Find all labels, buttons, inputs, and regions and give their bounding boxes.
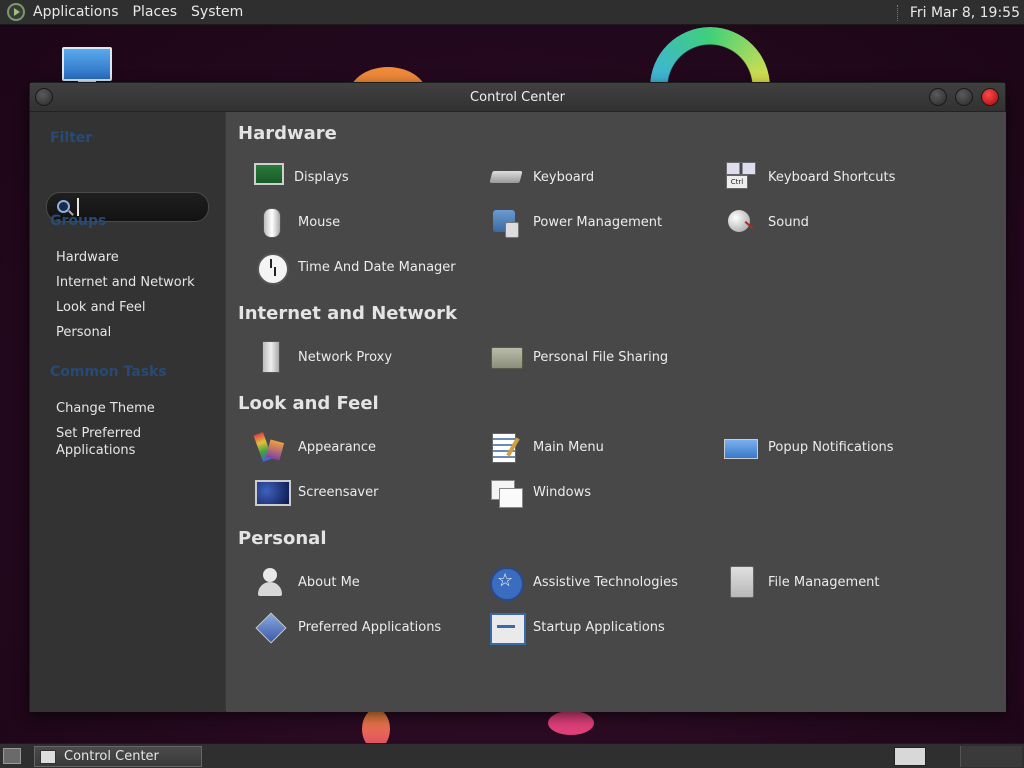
item-label: About Me [298, 574, 360, 590]
clock-icon [254, 251, 289, 285]
item-label: Displays [294, 169, 349, 185]
menu-applications[interactable]: Applications [33, 4, 119, 20]
power-management-icon [489, 206, 523, 238]
item-label: Time And Date Manager [298, 259, 456, 275]
section-title-hardware: Hardware [238, 123, 337, 144]
item-label: Keyboard [533, 169, 595, 185]
item-assistive-technologies[interactable]: Assistive Technologies [461, 564, 691, 601]
task-set-preferred-applications[interactable]: Set Preferred Applications [56, 425, 216, 459]
item-personal-file-sharing[interactable]: Personal File Sharing [461, 339, 691, 375]
screensaver-icon [254, 476, 291, 508]
item-sound[interactable]: Sound [696, 204, 926, 240]
keyboard-shortcuts-icon [724, 161, 758, 193]
computer-desktop-icon[interactable] [62, 47, 112, 85]
item-main-menu[interactable]: Main Menu [461, 429, 691, 465]
item-label: Personal File Sharing [533, 349, 669, 365]
groups-heading: Groups [50, 213, 107, 229]
keyboard-icon [489, 161, 523, 193]
item-label: Power Management [533, 214, 663, 230]
close-button[interactable] [981, 88, 999, 106]
item-label: Keyboard Shortcuts [768, 169, 896, 185]
item-label: Assistive Technologies [533, 574, 678, 590]
window-menu-button[interactable] [35, 88, 53, 106]
item-mouse[interactable]: Mouse [226, 204, 456, 240]
group-link-look-and-feel[interactable]: Look and Feel [56, 299, 216, 316]
appearance-icon [254, 431, 288, 463]
wallpaper-shape [362, 709, 390, 743]
item-about-me[interactable]: About Me [226, 564, 456, 600]
item-label: Appearance [298, 439, 377, 455]
item-network-proxy[interactable]: Network Proxy [226, 339, 456, 375]
item-time-and-date-manager[interactable]: Time And Date Manager [226, 249, 456, 285]
tray-icon[interactable] [894, 747, 926, 766]
item-label: Preferred Applications [298, 619, 442, 635]
search-icon [57, 200, 70, 213]
top-panel: Applications Places System Fri Mar 8, 19… [0, 0, 1024, 25]
windows-icon [489, 476, 523, 508]
item-startup-applications[interactable]: Startup Applications [461, 609, 691, 645]
common-tasks-heading: Common Tasks [50, 364, 167, 380]
menu-places[interactable]: Places [133, 4, 178, 20]
section-title-look-and-feel: Look and Feel [238, 393, 379, 414]
item-power-management[interactable]: Power Management [461, 204, 691, 240]
show-desktop-icon[interactable] [3, 748, 21, 764]
control-center-window: Control Center Filter Groups Hardware In… [29, 82, 1006, 712]
item-label: Network Proxy [298, 349, 393, 365]
item-screensaver[interactable]: Screensaver [226, 474, 456, 510]
network-proxy-icon [254, 341, 288, 373]
item-label: Mouse [298, 214, 341, 230]
item-label: Sound [768, 214, 809, 230]
item-popup-notifications[interactable]: Popup Notifications [696, 429, 926, 465]
item-label: Startup Applications [533, 619, 665, 635]
popup-notifications-icon [724, 431, 758, 463]
item-label: Popup Notifications [768, 439, 894, 455]
file-management-icon [724, 566, 758, 598]
item-label: Main Menu [533, 439, 604, 455]
item-windows[interactable]: Windows [461, 474, 691, 510]
taskbar-item-control-center[interactable]: Control Center [34, 746, 202, 767]
titlebar[interactable]: Control Center [30, 83, 1005, 112]
group-link-internet-and-network[interactable]: Internet and Network [56, 274, 216, 291]
mouse-icon [254, 206, 288, 238]
distro-logo-icon[interactable] [7, 3, 25, 21]
taskbar-item-label: Control Center [64, 749, 159, 764]
minimize-button[interactable] [929, 88, 947, 106]
group-link-personal[interactable]: Personal [56, 324, 216, 341]
item-file-management[interactable]: File Management [696, 564, 926, 600]
sound-icon [724, 206, 758, 238]
menu-system[interactable]: System [191, 4, 243, 20]
item-keyboard[interactable]: Keyboard [461, 159, 691, 195]
workspace-switcher[interactable] [960, 746, 1022, 767]
displays-icon [254, 163, 284, 185]
section-title-personal: Personal [238, 528, 327, 549]
item-label: File Management [768, 574, 880, 590]
preferred-applications-icon [254, 611, 288, 643]
control-center-icon [40, 749, 56, 764]
sidebar: Filter Groups Hardware Internet and Netw… [30, 112, 225, 712]
filter-heading: Filter [50, 130, 93, 146]
item-displays[interactable]: Displays [226, 159, 456, 195]
item-appearance[interactable]: Appearance [226, 429, 456, 465]
main-menu-icon [489, 431, 523, 463]
window-title: Control Center [470, 89, 565, 105]
item-preferred-applications[interactable]: Preferred Applications [226, 609, 456, 645]
assistive-technologies-icon [489, 566, 524, 601]
group-link-hardware[interactable]: Hardware [56, 249, 216, 266]
item-keyboard-shortcuts[interactable]: Keyboard Shortcuts [696, 159, 926, 195]
task-change-theme[interactable]: Change Theme [56, 400, 216, 417]
about-me-icon [254, 566, 288, 598]
content-pane: Hardware Displays Keyboard Keyboard Shor… [226, 112, 1006, 712]
wallpaper-shape [548, 711, 594, 735]
startup-applications-icon [489, 611, 526, 645]
section-title-internet-and-network: Internet and Network [238, 303, 457, 324]
item-label: Screensaver [298, 484, 379, 500]
clock[interactable]: Fri Mar 8, 19:55 [897, 0, 1020, 25]
item-label: Windows [533, 484, 592, 500]
file-sharing-icon [489, 341, 523, 373]
bottom-panel: Control Center [0, 743, 1024, 768]
maximize-button[interactable] [955, 88, 973, 106]
